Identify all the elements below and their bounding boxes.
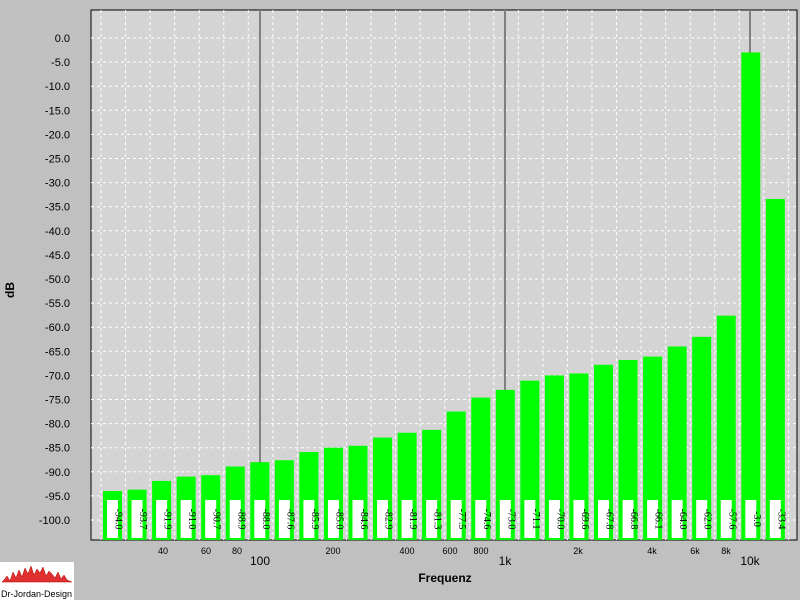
bar-value-label: -3.0 xyxy=(751,511,762,527)
bar-value-label: -67.8 xyxy=(604,509,615,530)
plot-area xyxy=(90,9,798,541)
x-tick-label-minor: 40 xyxy=(158,546,168,556)
x-tick-label-minor: 4k xyxy=(647,546,657,556)
x-tick-label-minor: 8k xyxy=(721,546,731,556)
bar-value-label: -82.9 xyxy=(383,509,394,530)
bar-value-label: -90.7 xyxy=(211,509,222,530)
bar-value-label: -91.9 xyxy=(162,509,173,530)
x-tick-label-minor: 80 xyxy=(232,546,242,556)
x-tick-label-major: 100 xyxy=(250,554,270,568)
x-tick-label-minor: 2k xyxy=(573,546,583,556)
y-tick-label: -10.0 xyxy=(45,81,70,93)
y-tick-label: -5.0 xyxy=(51,57,70,69)
bar-value-label: -81.9 xyxy=(407,509,418,530)
x-tick-label-major: 1k xyxy=(499,554,513,568)
bar xyxy=(765,198,785,540)
y-tick-label: -40.0 xyxy=(45,226,70,238)
spectrum-chart: 0.0 -5.0 -10.0 -15.0 -20.0 -25.0 -30.0 -35.0 -40… xyxy=(3,9,798,585)
x-tick-label-minor: 200 xyxy=(325,546,340,556)
x-tick-label-minor: 6k xyxy=(690,546,700,556)
logo-text: Dr-Jordan-Design xyxy=(1,589,73,599)
bar-value-label: -66.8 xyxy=(628,509,639,530)
y-axis-title: dB xyxy=(3,282,17,298)
y-tick-label: -95.0 xyxy=(45,491,70,503)
y-tick-label: -20.0 xyxy=(45,129,70,141)
y-tick-label: -50.0 xyxy=(45,274,70,286)
bar-value-label: -69.6 xyxy=(579,509,590,530)
y-tick-label: -100.0 xyxy=(39,515,70,527)
x-tick-label-minor: 60 xyxy=(201,546,211,556)
bar xyxy=(741,52,761,541)
bar-value-label: -73.0 xyxy=(505,509,516,530)
y-tick-label: -35.0 xyxy=(45,202,70,214)
y-tick-label: 0.0 xyxy=(55,33,70,45)
bar-value-label: -84.6 xyxy=(358,509,369,530)
y-tick-label: -45.0 xyxy=(45,250,70,262)
y-tick-label: -80.0 xyxy=(45,419,70,431)
x-tick-label-minor: 600 xyxy=(442,546,457,556)
bar-value-label: -94.0 xyxy=(113,509,124,530)
bar-value-label: -87.6 xyxy=(284,509,295,530)
bar-value-label: -88.9 xyxy=(235,509,246,530)
y-tick-label: -65.0 xyxy=(45,346,70,358)
logo-wave xyxy=(1,565,73,583)
bar-value-label: -88.0 xyxy=(260,509,271,530)
bar-value-label: -77.5 xyxy=(456,509,467,530)
bar-value-label: -64.0 xyxy=(677,509,688,530)
bar-value-label: -81.3 xyxy=(432,509,443,530)
y-tick-label: -90.0 xyxy=(45,467,70,479)
y-tick-label: -25.0 xyxy=(45,154,70,166)
bar-value-label: -70.0 xyxy=(554,509,565,530)
y-tick-label: -15.0 xyxy=(45,105,70,117)
bar-value-label: -91.0 xyxy=(186,509,197,530)
x-axis-title: Frequenz xyxy=(418,571,471,585)
x-tick-label-minor: 800 xyxy=(473,546,488,556)
bar-value-label: -93.7 xyxy=(137,509,148,530)
y-tick-label: -60.0 xyxy=(45,322,70,334)
y-tick-label: -70.0 xyxy=(45,370,70,382)
y-tick-label: -85.0 xyxy=(45,443,70,455)
bar-value-label: -62.0 xyxy=(702,509,713,530)
y-tick-label: -75.0 xyxy=(45,395,70,407)
bar-value-label: -85.0 xyxy=(333,509,344,530)
bar-value-label: -66.1 xyxy=(653,509,664,530)
y-tick-label: -30.0 xyxy=(45,178,70,190)
bar-value-label: -33.4 xyxy=(775,509,786,530)
logo-waveform-icon xyxy=(1,565,73,583)
bar-value-label: -74.6 xyxy=(481,509,492,530)
y-tick-label: -55.0 xyxy=(45,298,70,310)
x-tick-label-major: 10k xyxy=(740,554,760,568)
x-tick-label-minor: 400 xyxy=(399,546,414,556)
bar-value-label: -85.9 xyxy=(309,509,320,530)
company-logo: Dr-Jordan-Design xyxy=(0,562,74,600)
bar-value-label: -57.6 xyxy=(726,509,737,530)
bar-value-label: -71.1 xyxy=(530,509,541,530)
